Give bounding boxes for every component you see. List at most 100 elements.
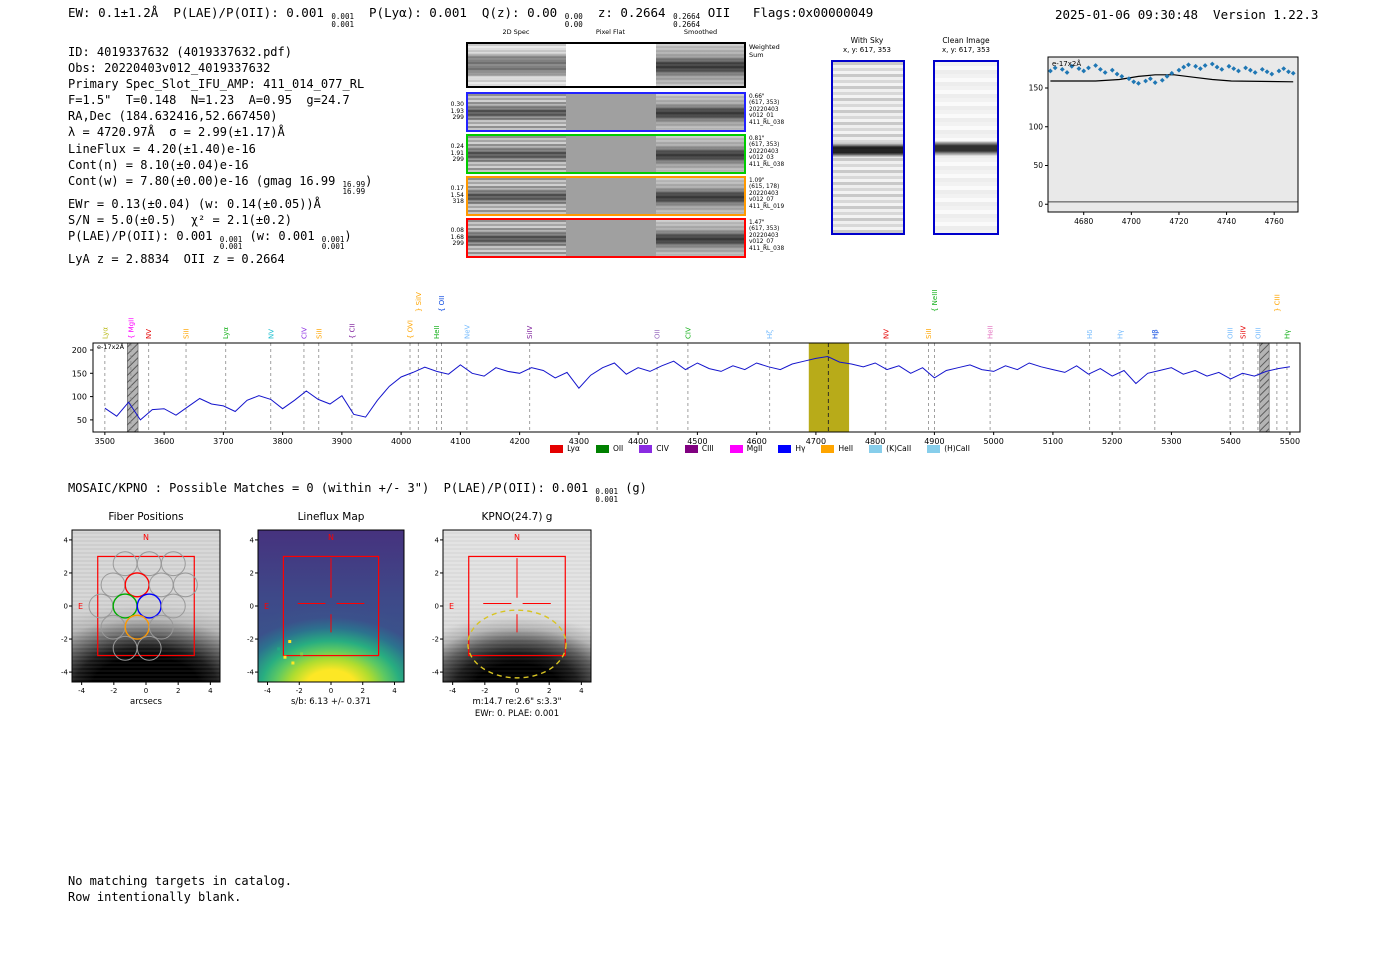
line-fit-zoom-plot: 46804700472047404760050100150e-17x2Å	[1029, 57, 1298, 226]
legend-label: Hγ	[795, 444, 805, 453]
legend-label: (K)CaII	[886, 444, 911, 453]
lineflux-map-title: Lineflux Map	[258, 511, 404, 523]
spectrum-point	[1198, 66, 1203, 71]
spectrum-point	[1277, 69, 1282, 74]
spectrum-point	[1248, 68, 1253, 73]
svg-text:{ CII: { CII	[348, 323, 356, 339]
svg-text:HeII: HeII	[433, 325, 441, 339]
legend-item: MgII	[730, 444, 763, 453]
svg-text:-4: -4	[61, 669, 69, 677]
svg-text:5500: 5500	[1280, 437, 1300, 446]
spectrum-point	[1081, 69, 1086, 74]
lineflux-caption: s/b: 6.13 +/- 0.371	[258, 697, 404, 707]
legend-swatch	[927, 445, 940, 453]
svg-text:4760: 4760	[1265, 217, 1284, 226]
withsky-coords: x, y: 617, 353	[831, 46, 903, 54]
svg-text:0: 0	[435, 603, 439, 611]
spectrum-point	[1048, 69, 1053, 74]
svg-text:Lyα: Lyα	[222, 327, 230, 339]
legend-label: CIII	[702, 444, 714, 453]
svg-text:NV: NV	[882, 329, 890, 339]
kpno-caption-1: m:14.7 re:2.6" s:3.3"	[443, 697, 591, 707]
col-header-2dspec: 2D Spec	[467, 28, 565, 36]
info-line: Cont(n) = 8.10(±0.04)e-16	[68, 157, 372, 173]
text-segment: (g)	[618, 481, 647, 495]
spectrum-point	[1053, 65, 1058, 70]
legend-swatch	[639, 445, 652, 453]
svg-text:4680: 4680	[1074, 217, 1093, 226]
row-weight-labels: 0.241.91299	[440, 134, 464, 174]
legend-label: (H)CaII	[944, 444, 970, 453]
svg-text:0: 0	[144, 687, 148, 695]
info-line: F=1.5" T=0.148 N=1.23 A=0.95 g=24.7	[68, 92, 372, 108]
svg-text:-2: -2	[432, 636, 439, 644]
svg-text:} CIII: } CIII	[1273, 294, 1281, 312]
text-segment: Primary Spec_Slot_IFU_AMP: 411_014_077_R…	[68, 77, 364, 91]
row-weight-labels: 0.081.68299	[440, 218, 464, 258]
svg-text:0: 0	[329, 687, 333, 695]
svg-text:4: 4	[208, 687, 213, 695]
text-segment: P(Lyα): 0.001 Q(z): 0.00	[354, 5, 565, 20]
stacked-fraction: 16.9916.99	[343, 181, 366, 196]
svg-text:100: 100	[1029, 122, 1044, 131]
svg-text:50: 50	[1033, 161, 1043, 170]
kpno-cutout-image	[443, 530, 591, 682]
legend-label: MgII	[747, 444, 763, 453]
smoothed-cutout	[656, 44, 744, 86]
legend-item: Hγ	[778, 444, 805, 453]
info-line: ID: 4019337632 (4019337632.pdf)	[68, 44, 372, 60]
svg-text:HeII: HeII	[987, 325, 995, 339]
svg-text:-4: -4	[449, 687, 457, 695]
2d-spec-row	[466, 134, 746, 174]
svg-text:2: 2	[547, 687, 551, 695]
text-segment: LineFlux = 4.20(±1.40)e-16	[68, 142, 256, 156]
svg-text:5200: 5200	[1102, 437, 1122, 446]
svg-text:SiII: SiII	[183, 328, 191, 339]
pixelflat-cutout	[566, 44, 656, 86]
legend-label: CIV	[656, 444, 669, 453]
stacked-fraction: 0.0010.001	[322, 236, 345, 251]
legend-item: CIV	[639, 444, 669, 453]
spectrum-point	[1210, 62, 1215, 67]
stacked-fraction: 0.26640.2664	[673, 13, 700, 28]
text-segment: λ = 4720.97Å σ = 2.99(±1.17)Å	[68, 125, 285, 139]
svg-text:3700: 3700	[213, 437, 233, 446]
cleanimage-image	[933, 60, 999, 235]
svg-text:4720: 4720	[1169, 217, 1188, 226]
legend-swatch	[778, 445, 791, 453]
svg-text:Lyα: Lyα	[101, 327, 109, 339]
svg-text:4700: 4700	[1122, 217, 1141, 226]
pixelflat-cutout	[566, 94, 656, 130]
row-weight-labels: 0.301.93299	[440, 92, 464, 132]
text-segment: OII Flags:0x00000049	[700, 5, 873, 20]
2dspec-cutout	[468, 136, 566, 172]
legend-swatch	[730, 445, 743, 453]
spectrum-point	[1227, 64, 1232, 69]
col-header-pixelflat: Pixel Flat	[566, 28, 655, 36]
text-segment: EW: 0.1±1.2Å P(LAE)/P(OII): 0.001	[68, 5, 331, 20]
text-segment: Obs: 20220403v012_4019337632	[68, 61, 270, 75]
svg-text:Hδ: Hδ	[1086, 329, 1094, 339]
text-segment: P(LAE)/P(OII): 0.001	[68, 229, 220, 243]
spectrum-point	[1110, 68, 1115, 73]
svg-text:3600: 3600	[154, 437, 174, 446]
svg-text:0: 0	[515, 687, 519, 695]
svg-text:2: 2	[361, 687, 365, 695]
stacked-fraction: 0.000.00	[565, 13, 583, 28]
svg-text:} SiIV: } SiIV	[415, 292, 423, 312]
text-segment: ID: 4019337632 (4019337632.pdf)	[68, 45, 292, 59]
svg-text:-4: -4	[432, 669, 440, 677]
spectrum-point	[1265, 69, 1270, 74]
2dspec-cutout	[468, 44, 566, 86]
catalog-note-1: No matching targets in catalog.	[68, 874, 292, 888]
catalog-note-2: Row intentionally blank.	[68, 890, 241, 904]
legend-item: HeII	[821, 444, 853, 453]
row-fiber-labels: 0.81"(617, 353)20220403v012_03411_RL_038	[749, 136, 793, 168]
spectrum-point	[1098, 67, 1103, 72]
svg-text:4: 4	[250, 536, 255, 544]
svg-text:-2: -2	[296, 687, 303, 695]
info-line: Primary Spec_Slot_IFU_AMP: 411_014_077_R…	[68, 76, 372, 92]
main-spectrum-plot: 3500360037003800390040004100420043004400…	[72, 290, 1300, 446]
spectrum-point	[1236, 69, 1241, 74]
svg-text:NeV: NeV	[463, 324, 471, 339]
